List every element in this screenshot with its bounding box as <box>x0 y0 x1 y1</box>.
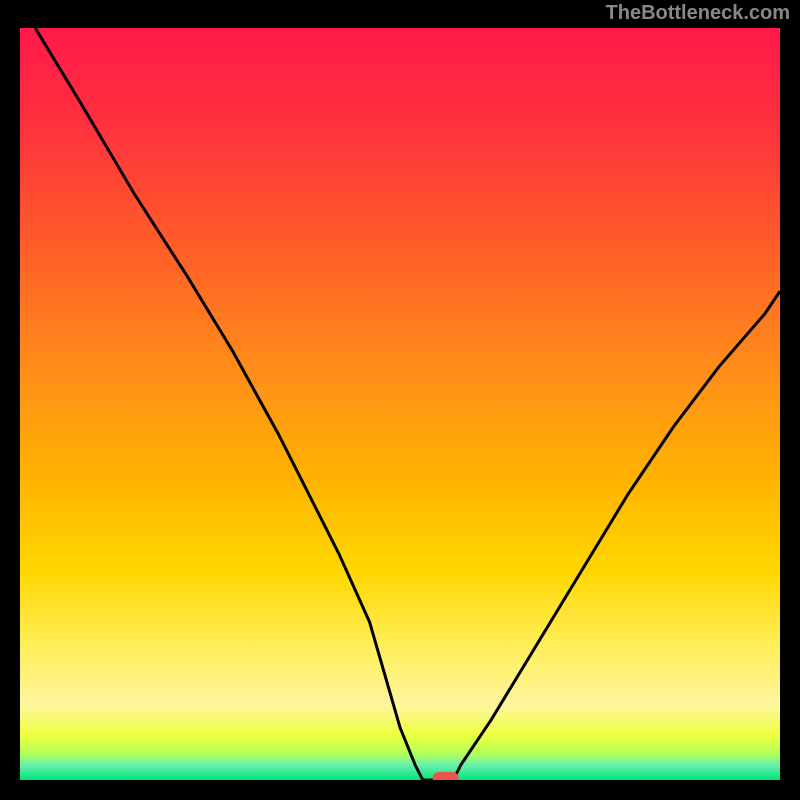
optimal-marker <box>433 772 459 780</box>
chart-svg <box>20 28 780 780</box>
watermark-text: TheBottleneck.com <box>606 2 790 25</box>
plot-area <box>20 28 780 780</box>
gradient-background <box>20 28 780 780</box>
chart-container: TheBottleneck.com <box>0 0 800 800</box>
